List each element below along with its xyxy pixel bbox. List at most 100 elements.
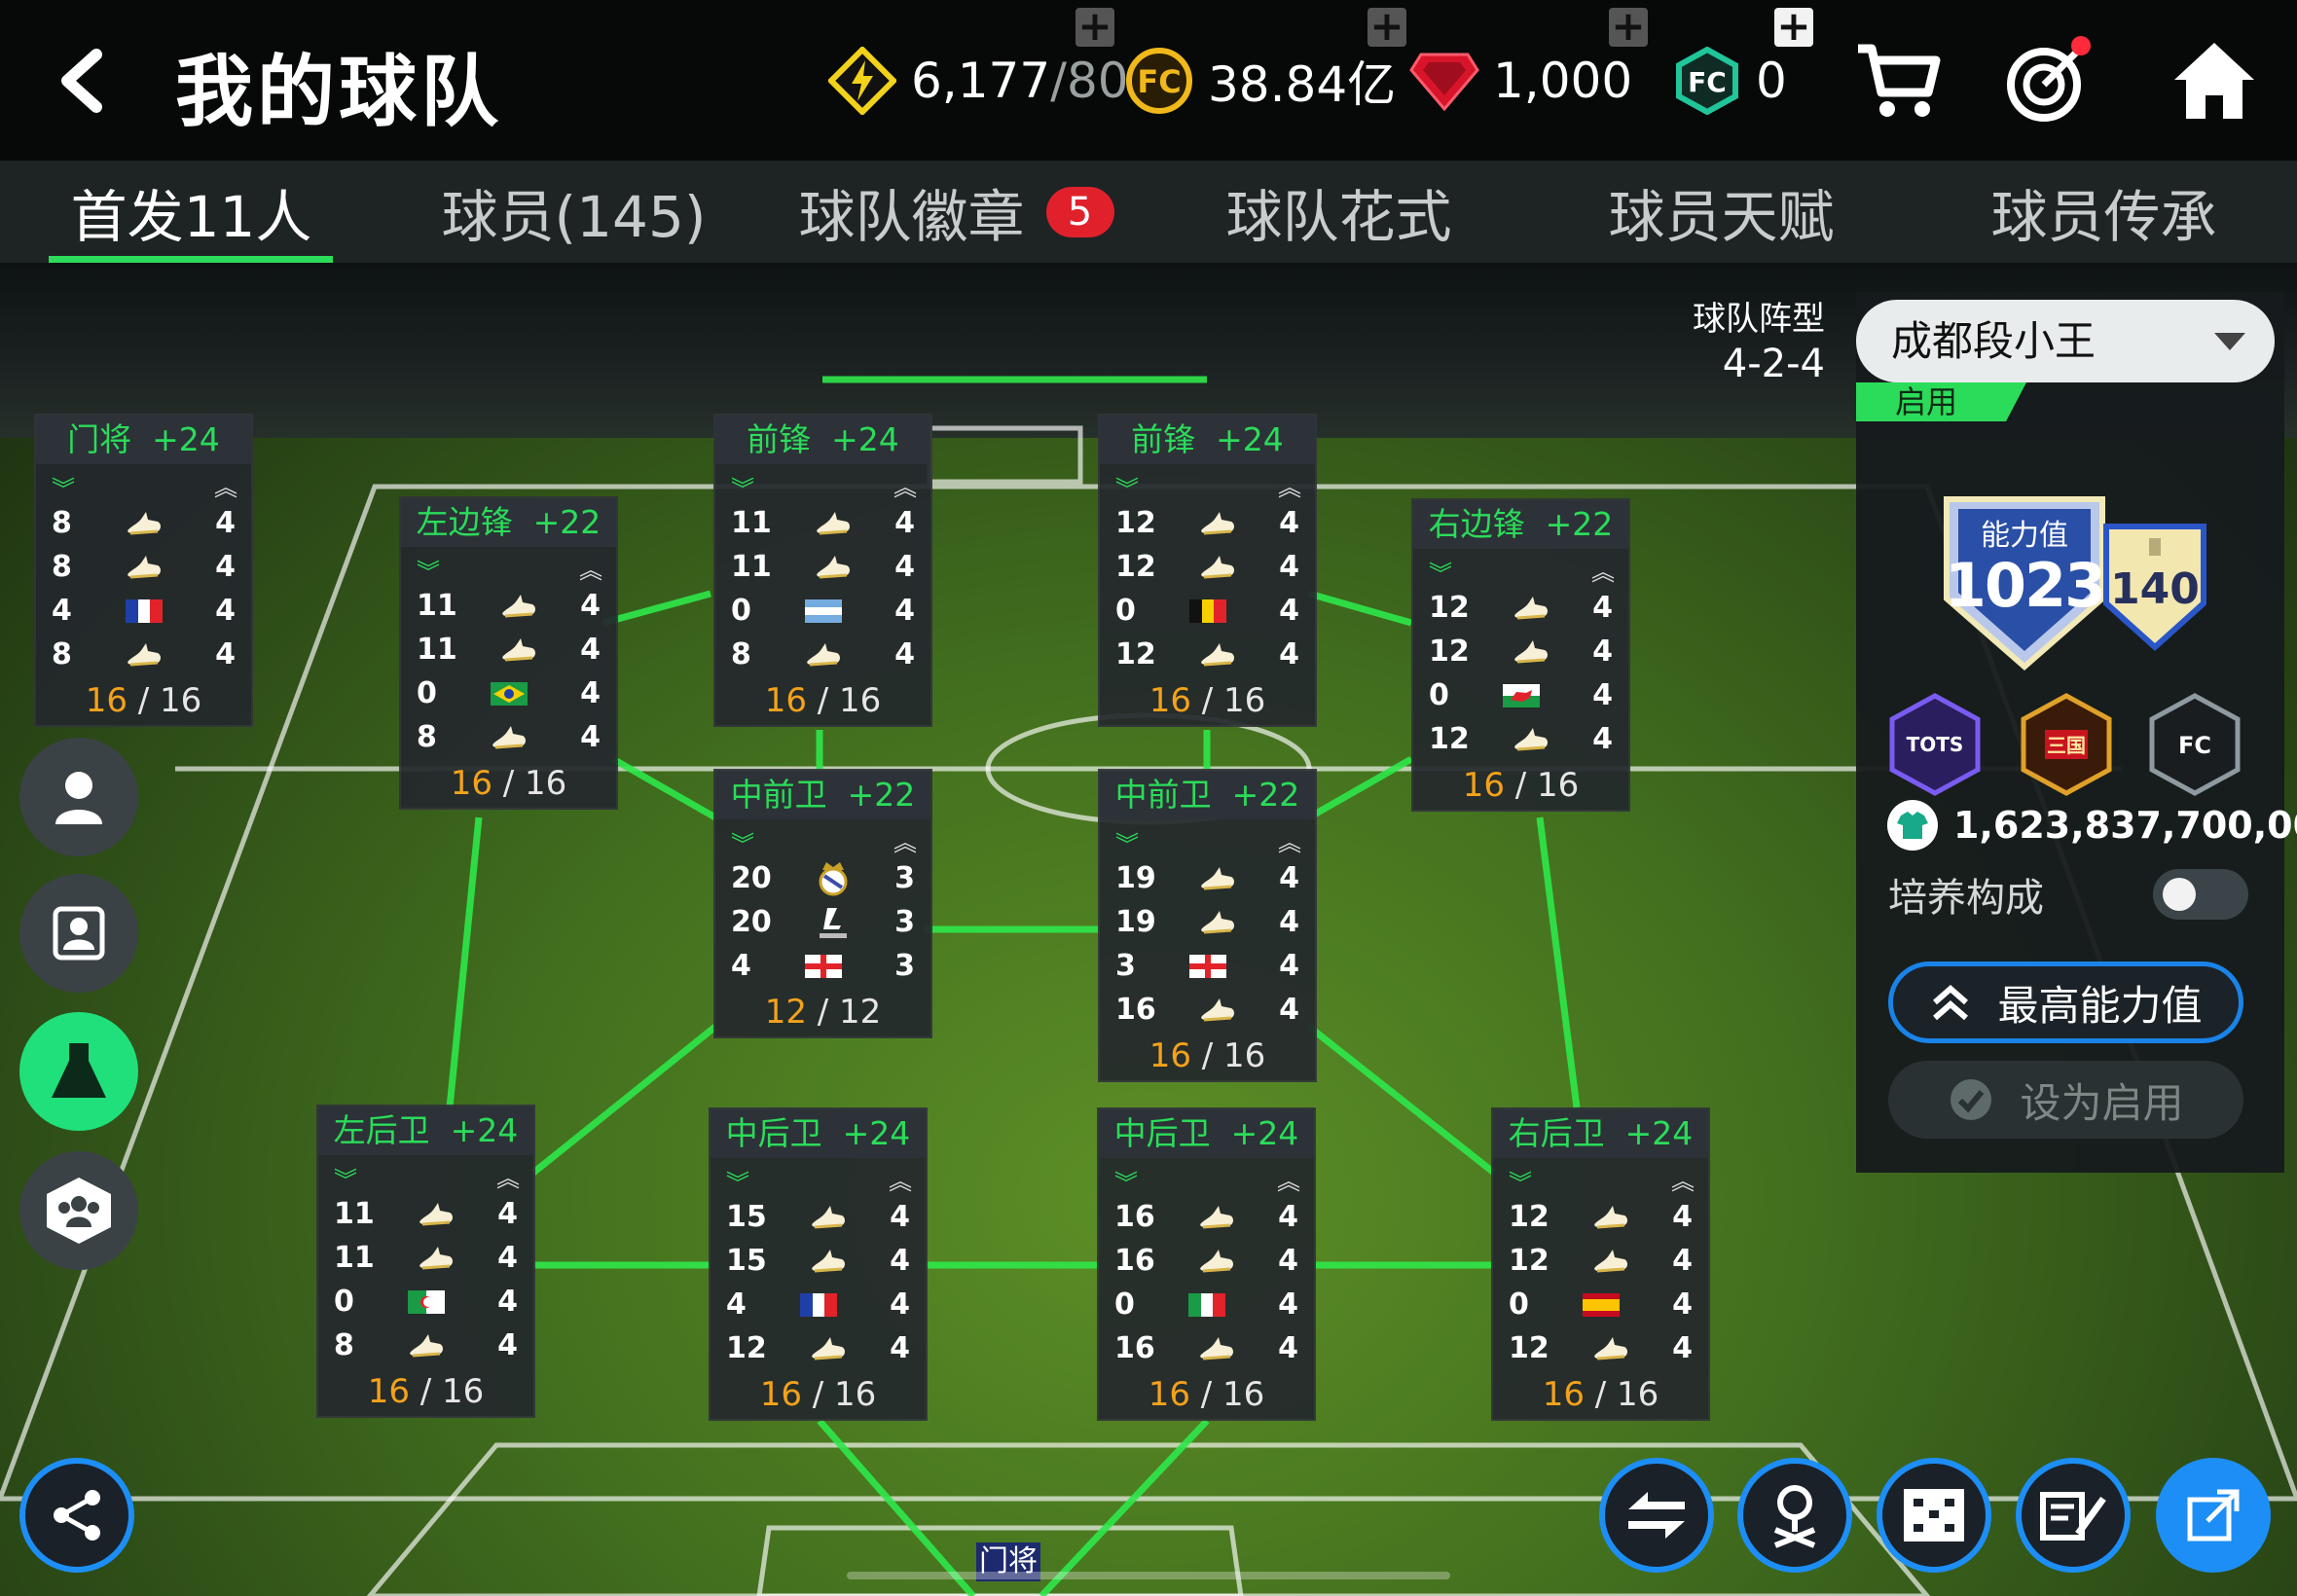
tab-team-badges[interactable]: 球队徽章 5 <box>765 161 1148 263</box>
card-stat-row: 11 4 <box>715 545 930 589</box>
stat-right: 4 <box>1278 1200 1298 1234</box>
lab-button[interactable] <box>19 1012 138 1131</box>
chevron-up-icon[interactable]: ︽ <box>1591 553 1615 587</box>
target-icon[interactable] <box>2000 34 2097 127</box>
team-button[interactable] <box>19 1151 138 1270</box>
stat-left: 12 <box>726 1331 767 1365</box>
training-toggle[interactable] <box>2153 869 2248 920</box>
flag-es-icon <box>1577 1287 1625 1324</box>
squad-select[interactable]: 成都段小王 <box>1856 300 2275 382</box>
gem-add-icon[interactable]: + <box>1609 6 1648 47</box>
chevron-down-icon[interactable]: ︾ <box>334 1161 357 1195</box>
crest-realmadrid-icon <box>809 860 857 897</box>
position-card[interactable]: 前锋 +24 ︾ ︽ 12 4 12 4 0 4 12 4 16 / 16 <box>1098 414 1317 727</box>
stat-left: 4 <box>52 594 72 628</box>
position-card[interactable]: 中前卫 +22 ︾ ︽ 20 3 20 3 4 3 12 / 12 <box>713 769 932 1038</box>
formation-value: 4-2-4 <box>1722 342 1825 386</box>
card-header: 中前卫 +22 <box>715 771 930 819</box>
chevron-up-icon[interactable]: ︽ <box>1671 1162 1695 1196</box>
position-card[interactable]: 中后卫 +24 ︾ ︽ 15 4 15 4 4 4 12 4 16 / 16 <box>709 1107 928 1421</box>
tab-players[interactable]: 球员(145) <box>383 161 765 263</box>
tactics-button[interactable] <box>2016 1458 2131 1573</box>
coach-button[interactable] <box>19 874 138 993</box>
home-icon[interactable] <box>2166 34 2263 127</box>
chevron-down-icon[interactable]: ︾ <box>1115 825 1139 859</box>
chevron-down-icon[interactable]: ︾ <box>731 470 754 504</box>
position-card[interactable]: 右后卫 +24 ︾ ︽ 12 4 12 4 0 4 12 4 16 / 16 <box>1491 1107 1710 1421</box>
chevron-down-icon[interactable]: ︾ <box>1509 1164 1532 1198</box>
expand-button[interactable] <box>2156 1458 2271 1573</box>
tab-label: 球队徽章 <box>798 183 1025 250</box>
tab-player-legacy[interactable]: 球员传承 <box>1913 161 2295 263</box>
fc-point-value: 0 <box>1756 53 1787 109</box>
tab-team-style[interactable]: 球队花式 <box>1148 161 1530 263</box>
coin-add-icon[interactable]: + <box>1367 6 1406 47</box>
chevron-up-icon[interactable]: ︽ <box>889 1162 912 1196</box>
position-button[interactable] <box>1737 1458 1852 1573</box>
chevron-down-icon[interactable]: ︾ <box>52 470 75 504</box>
stat-left: 15 <box>726 1244 767 1278</box>
chevron-up-icon[interactable]: ︽ <box>496 1159 520 1193</box>
boot-icon <box>1507 634 1555 671</box>
energy-counter[interactable]: 6,177/80 + <box>827 6 1129 125</box>
card-progress: 16 / 16 <box>367 1372 485 1411</box>
formation-button[interactable] <box>1877 1458 1991 1573</box>
position-card[interactable]: 右边锋 +22 ︾ ︽ 12 4 12 4 0 4 12 4 16 / 16 <box>1411 498 1630 812</box>
swap-button[interactable] <box>1599 1458 1714 1573</box>
gem-counter[interactable]: 1,000 + <box>1409 6 1648 125</box>
chevron-up-icon[interactable]: ︽ <box>893 468 917 502</box>
enabled-tag: 启用 <box>1856 382 2026 421</box>
card-arrows: ︾ ︽ <box>1100 464 1315 504</box>
chevron-down-icon[interactable]: ︾ <box>1115 470 1139 504</box>
share-button[interactable] <box>19 1458 134 1573</box>
flask-icon <box>52 1043 106 1098</box>
chevron-up-icon[interactable]: ︽ <box>1277 1162 1300 1196</box>
position-card[interactable]: 门将 +24 ︾ ︽ 8 4 8 4 4 4 8 4 16 / 16 <box>34 414 253 727</box>
energy-add-icon[interactable]: + <box>1076 6 1114 47</box>
card-stat-row: 15 4 <box>711 1239 926 1283</box>
position-card[interactable]: 前锋 +24 ︾ ︽ 11 4 11 4 0 4 8 4 16 / 16 <box>713 414 932 727</box>
coin-counter[interactable]: FC 38.84亿 + <box>1124 6 1406 125</box>
flag-eng-icon <box>1184 948 1232 985</box>
stat-right: 4 <box>215 506 236 540</box>
tab-starting-eleven[interactable]: 首发11人 <box>0 161 383 265</box>
chevron-up-icon[interactable]: ︽ <box>1278 823 1301 857</box>
badge-label: TOTS <box>1907 733 1964 756</box>
card-stat-row: 12 4 <box>1413 717 1628 761</box>
chevron-down-icon[interactable]: ︾ <box>417 553 440 587</box>
card-progress: 16 / 16 <box>450 764 567 803</box>
stat-right: 4 <box>890 1331 910 1365</box>
chevron-down-icon[interactable]: ︾ <box>726 1164 749 1198</box>
training-row: 培养构成 <box>1888 866 2248 923</box>
fc-point-counter[interactable]: FC 0 + <box>1672 6 1813 125</box>
stat-right: 4 <box>1672 1200 1693 1234</box>
position-card[interactable]: 中后卫 +24 ︾ ︽ 16 4 16 4 0 4 16 4 16 / 16 <box>1097 1107 1316 1421</box>
position-card[interactable]: 左边锋 +22 ︾ ︽ 11 4 11 4 0 4 8 4 16 / 16 <box>399 496 618 810</box>
card-stat-row: 84 <box>36 633 251 676</box>
chevron-up-icon[interactable]: ︽ <box>1278 468 1301 502</box>
stat-left: 12 <box>1509 1331 1550 1365</box>
max-rating-button[interactable]: 最高能力值 <box>1888 961 2243 1043</box>
player-profile-button[interactable] <box>19 738 138 856</box>
chevron-up-icon[interactable]: ︽ <box>214 468 237 502</box>
back-arrow-icon[interactable] <box>49 44 117 117</box>
tab-player-talent[interactable]: 球员天赋 <box>1530 161 1913 263</box>
formation-info[interactable]: 球队阵型 4-2-4 <box>1674 297 1825 386</box>
stat-left: 8 <box>52 637 72 671</box>
chevron-up-icon[interactable]: ︽ <box>579 551 602 585</box>
position-card[interactable]: 左后卫 +24 ︾ ︽ 11 4 11 4 0 4 8 4 16 / 16 <box>316 1105 535 1418</box>
boot-icon <box>1193 505 1242 542</box>
chevron-up-icon[interactable]: ︽ <box>893 823 917 857</box>
fc-point-add-icon[interactable]: + <box>1774 6 1813 47</box>
position-card[interactable]: 中前卫 +22 ︾ ︽ 19 4 19 4 3 4 16 4 16 / 16 <box>1098 769 1317 1082</box>
fc-badge-icon[interactable]: FC <box>2148 693 2242 796</box>
card-stat-row: 19 4 <box>1100 900 1315 944</box>
three-kingdoms-badge-icon[interactable]: 三国 <box>2020 693 2113 796</box>
chevron-down-icon[interactable]: ︾ <box>1429 555 1452 589</box>
shop-cart-icon[interactable] <box>1849 34 1947 127</box>
set-active-button[interactable]: 设为启用 <box>1888 1061 2243 1139</box>
notification-badge: 5 <box>1045 186 1114 237</box>
tots-badge-icon[interactable]: TOTS <box>1888 693 1982 796</box>
chevron-down-icon[interactable]: ︾ <box>1114 1164 1138 1198</box>
chevron-down-icon[interactable]: ︾ <box>731 825 754 859</box>
